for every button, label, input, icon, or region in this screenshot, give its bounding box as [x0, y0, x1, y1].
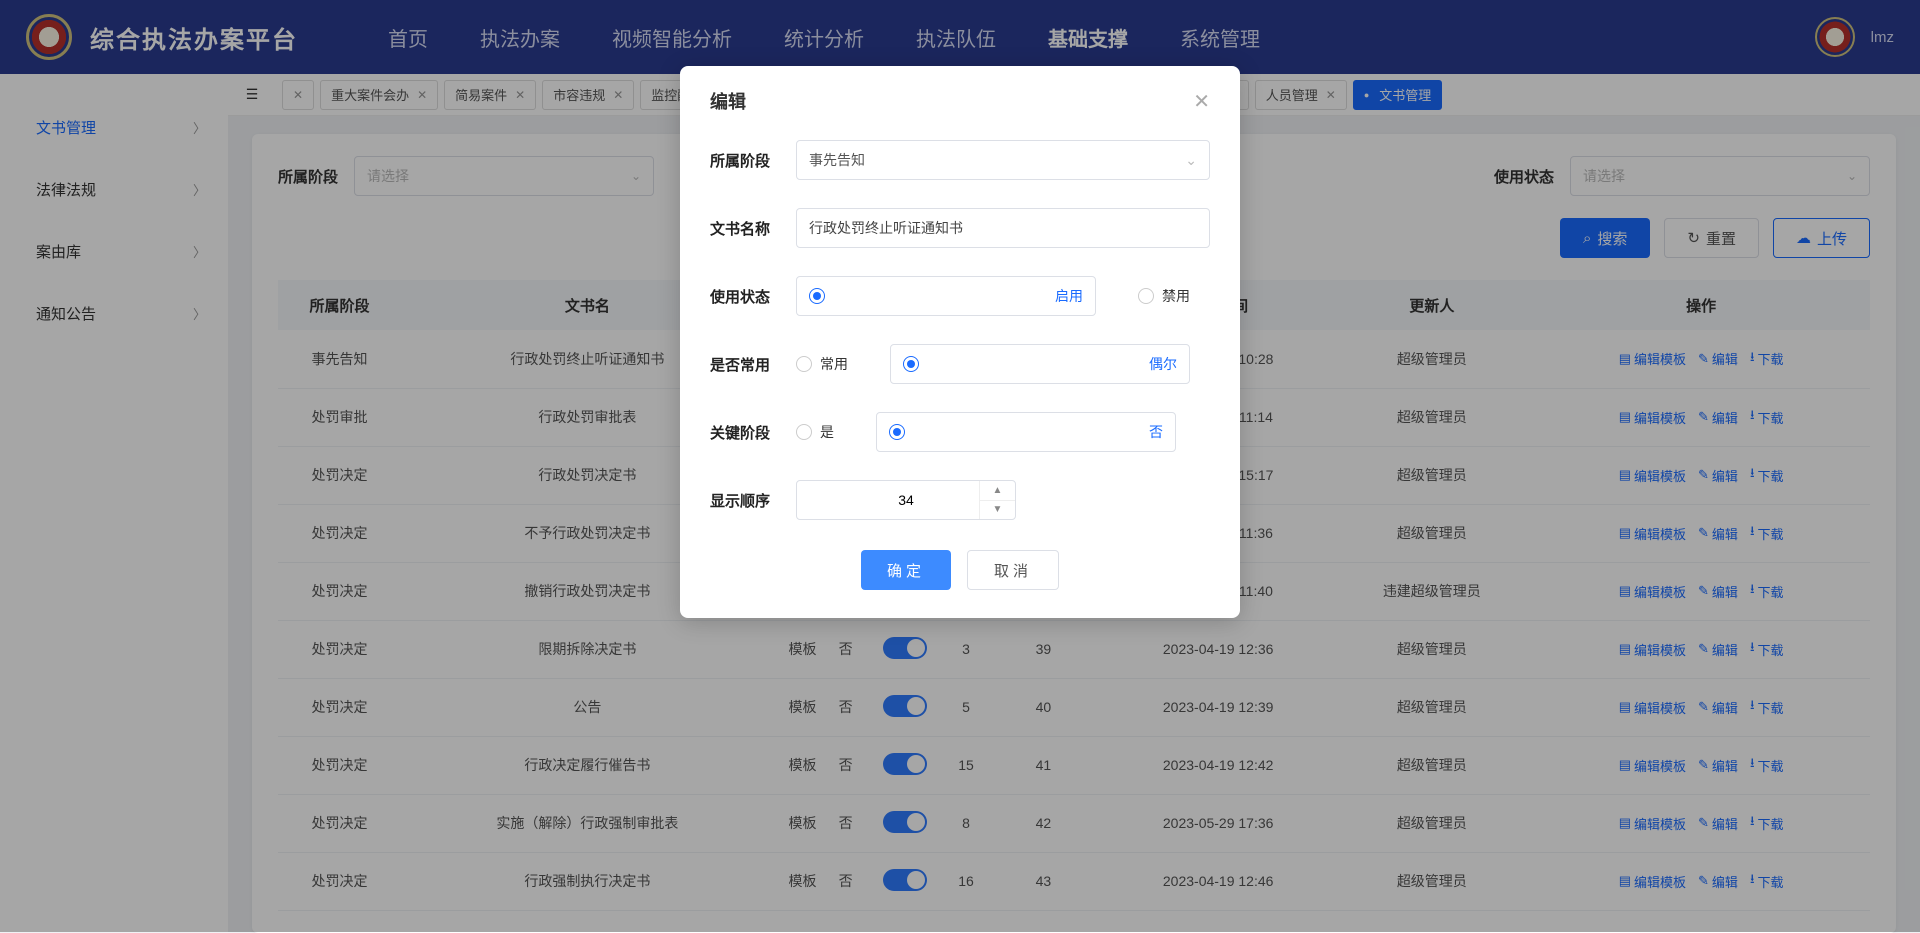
radio-icon: [796, 424, 812, 440]
modal-name-input[interactable]: [796, 208, 1210, 248]
freq-radio[interactable]: 偶尔: [890, 344, 1190, 384]
radio-icon: [809, 288, 825, 304]
modal-mask[interactable]: 编辑 ✕ 所属阶段 事先告知 ⌄ 文书名称 使用状态 启用 禁用 是否常用 常用: [0, 0, 1920, 932]
edit-modal: 编辑 ✕ 所属阶段 事先告知 ⌄ 文书名称 使用状态 启用 禁用 是否常用 常用: [680, 66, 1240, 618]
freq-radio[interactable]: 常用: [796, 344, 848, 384]
status-radio[interactable]: 启用: [796, 276, 1096, 316]
key-radio[interactable]: 是: [796, 412, 834, 452]
step-up-icon[interactable]: ▲: [980, 481, 1015, 501]
modal-title: 编辑: [710, 88, 746, 114]
modal-order-label: 显示顺序: [710, 490, 796, 511]
chevron-down-icon: ⌄: [1185, 152, 1197, 169]
modal-stage-label: 所属阶段: [710, 150, 796, 171]
modal-stage-select[interactable]: 事先告知 ⌄: [796, 140, 1210, 180]
step-down-icon[interactable]: ▼: [980, 501, 1015, 520]
close-icon[interactable]: ✕: [1193, 89, 1210, 114]
radio-icon: [889, 424, 905, 440]
radio-icon: [903, 356, 919, 372]
modal-ok-button[interactable]: 确定: [861, 550, 951, 590]
radio-icon: [796, 356, 812, 372]
modal-status-label: 使用状态: [710, 286, 796, 307]
radio-icon: [1138, 288, 1154, 304]
status-radio[interactable]: 禁用: [1138, 276, 1190, 316]
modal-key-label: 关键阶段: [710, 422, 796, 443]
modal-name-label: 文书名称: [710, 218, 796, 239]
modal-cancel-button[interactable]: 取消: [967, 550, 1059, 590]
key-radio[interactable]: 否: [876, 412, 1176, 452]
modal-freq-label: 是否常用: [710, 354, 796, 375]
